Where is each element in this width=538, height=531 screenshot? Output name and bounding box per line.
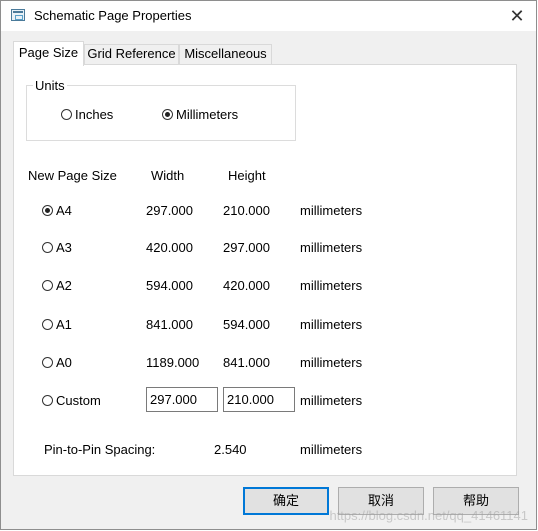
size-option-a3[interactable]: A3 (42, 240, 72, 255)
new-page-size-header: New Page Size (28, 168, 117, 183)
tab-miscellaneous[interactable]: Miscellaneous (179, 44, 272, 64)
a1-label: A1 (56, 317, 72, 332)
size-option-a1[interactable]: A1 (42, 317, 72, 332)
a0-radio[interactable] (42, 357, 53, 368)
size-option-a2[interactable]: A2 (42, 278, 72, 293)
a1-height: 594.000 (223, 317, 270, 332)
a2-label: A2 (56, 278, 72, 293)
custom-width-input[interactable] (146, 387, 218, 412)
size-option-a0[interactable]: A0 (42, 355, 72, 370)
dialog-window: Schematic Page Properties ✕ Page Size Gr… (0, 0, 537, 530)
a4-height: 210.000 (223, 203, 270, 218)
a1-radio[interactable] (42, 319, 53, 330)
size-option-custom[interactable]: Custom (42, 393, 101, 408)
tab-grid-reference[interactable]: Grid Reference (84, 44, 179, 64)
custom-label: Custom (56, 393, 101, 408)
title-bar: Schematic Page Properties ✕ (1, 1, 536, 31)
a2-unit: millimeters (300, 278, 363, 293)
a0-height: 841.000 (223, 355, 270, 370)
units-millimeters-option[interactable]: Millimeters (162, 107, 238, 122)
width-header: Width (151, 168, 185, 183)
a1-unit: millimeters (300, 317, 363, 332)
a2-height: 420.000 (223, 278, 270, 293)
a4-radio[interactable] (42, 205, 53, 216)
inches-label: Inches (75, 107, 114, 122)
window-title: Schematic Page Properties (34, 8, 192, 23)
a3-radio[interactable] (42, 242, 53, 253)
units-legend: Units (33, 78, 67, 93)
size-option-a4[interactable]: A4 (42, 203, 72, 218)
close-button[interactable]: ✕ (506, 5, 528, 27)
a2-radio[interactable] (42, 280, 53, 291)
a2-width: 594.000 (146, 278, 193, 293)
a3-unit: millimeters (300, 240, 363, 255)
a0-unit: millimeters (300, 355, 363, 370)
height-header: Height (228, 168, 266, 183)
a4-label: A4 (56, 203, 72, 218)
custom-unit: millimeters (300, 393, 363, 408)
millimeters-label: Millimeters (176, 107, 239, 122)
units-group: Units Inches Millimeters (26, 78, 296, 141)
custom-height-input[interactable] (223, 387, 295, 412)
a3-width: 420.000 (146, 240, 193, 255)
millimeters-radio[interactable] (162, 109, 173, 120)
schematic-app-icon (11, 9, 25, 21)
pin-spacing-label: Pin-to-Pin Spacing: (44, 442, 156, 457)
page-size-panel: Units Inches Millimeters New Page Size W… (13, 64, 517, 476)
watermark-text: https://blog.csdn.net/qq_41461141 (329, 508, 528, 523)
tab-page-size[interactable]: Page Size (13, 41, 84, 66)
custom-radio[interactable] (42, 395, 53, 406)
a4-width: 297.000 (146, 203, 193, 218)
pin-spacing-value: 2.540 (214, 442, 247, 457)
a0-label: A0 (56, 355, 72, 370)
a0-width: 1189.000 (146, 355, 200, 370)
a4-unit: millimeters (300, 203, 363, 218)
ok-button[interactable]: 确定 (243, 487, 329, 515)
inches-radio[interactable] (61, 109, 72, 120)
a3-label: A3 (56, 240, 72, 255)
pin-spacing-unit: millimeters (300, 442, 363, 457)
a1-width: 841.000 (146, 317, 193, 332)
a3-height: 297.000 (223, 240, 270, 255)
units-inches-option[interactable]: Inches (61, 107, 113, 122)
